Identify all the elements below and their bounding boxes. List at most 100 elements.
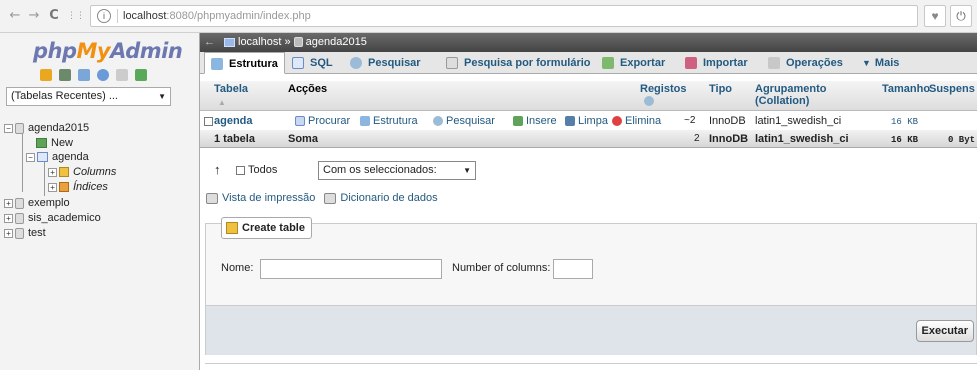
action-procurar[interactable]: Procurar bbox=[295, 115, 350, 127]
row-checkbox[interactable] bbox=[204, 117, 213, 126]
tab-operacoes[interactable]: Operações bbox=[762, 52, 849, 74]
collapse-icon[interactable]: − bbox=[4, 123, 13, 133]
tree-item-indices[interactable]: + Índices bbox=[48, 180, 108, 194]
tab-mais[interactable]: ▼ Mais bbox=[856, 52, 905, 74]
table-name-input[interactable] bbox=[260, 259, 442, 279]
expand-icon[interactable]: + bbox=[48, 167, 57, 177]
recent-tables-select[interactable]: (Tabelas Recentes) ... ▼ bbox=[6, 87, 171, 106]
browser-toolbar: ← → C ⋮⋮ i localhost:8080/phpmyadmin/ind… bbox=[0, 0, 977, 33]
chevron-down-icon: ▼ bbox=[862, 58, 871, 68]
action-limpa[interactable]: Limpa bbox=[565, 115, 608, 127]
column-header-tipo[interactable]: Tipo bbox=[709, 83, 732, 95]
summary-soma: Soma bbox=[288, 133, 318, 145]
tree-item-label: agenda2015 bbox=[28, 122, 90, 134]
collapse-nav-icon[interactable]: ← bbox=[204, 33, 215, 52]
tab-label: Exportar bbox=[620, 57, 666, 69]
column-header-suspenso[interactable]: Suspens bbox=[929, 83, 975, 95]
tree-item-new[interactable]: New bbox=[36, 136, 73, 150]
column-header-registos[interactable]: Registos bbox=[640, 83, 686, 95]
site-info-icon[interactable]: i bbox=[97, 9, 111, 23]
tree-item-label: New bbox=[51, 137, 74, 149]
import-icon bbox=[685, 57, 697, 70]
tab-exportar[interactable]: Exportar bbox=[596, 52, 671, 74]
expand-icon[interactable]: + bbox=[4, 213, 13, 223]
tab-importar[interactable]: Importar bbox=[679, 52, 754, 74]
reload-nav-icon[interactable] bbox=[135, 69, 148, 81]
home-icon[interactable] bbox=[40, 69, 52, 81]
table-icon bbox=[37, 152, 48, 163]
tab-label: Importar bbox=[703, 57, 748, 69]
expand-icon[interactable]: + bbox=[4, 198, 13, 208]
create-table-legend: Create table bbox=[221, 217, 312, 239]
tab-pesquisar[interactable]: Pesquisar bbox=[344, 52, 427, 74]
new-table-icon bbox=[226, 222, 238, 235]
url-path: :8080/phpmyadmin/index.php bbox=[166, 10, 311, 22]
column-header-agrupamento[interactable]: Agrupamento bbox=[755, 83, 827, 95]
help-icon[interactable] bbox=[644, 96, 654, 106]
action-label: Elimina bbox=[625, 115, 662, 127]
action-elimina[interactable]: Elimina bbox=[612, 115, 661, 127]
tree-item-agenda2015[interactable]: − agenda2015 bbox=[4, 121, 89, 135]
docs-icon[interactable] bbox=[116, 69, 129, 81]
print-view-link[interactable]: Vista de impressão bbox=[222, 192, 315, 204]
columns-icon bbox=[59, 167, 69, 178]
database-icon bbox=[15, 197, 24, 209]
apps-icon[interactable]: ⋮⋮ bbox=[67, 9, 85, 23]
back-icon[interactable]: ← bbox=[8, 9, 22, 23]
data-dictionary-link[interactable]: Dicionario de dados bbox=[340, 192, 437, 204]
collapse-icon[interactable]: − bbox=[26, 152, 35, 162]
server-icon bbox=[224, 37, 235, 47]
tree-item-agenda[interactable]: − agenda bbox=[26, 150, 89, 164]
tab-label: Pesquisar bbox=[368, 57, 421, 69]
breadcrumb-database[interactable]: agenda2015 bbox=[306, 36, 367, 48]
query-window-icon[interactable] bbox=[78, 69, 91, 81]
empty-icon bbox=[565, 116, 575, 127]
search-icon bbox=[433, 116, 443, 127]
action-estrutura[interactable]: Estrutura bbox=[360, 115, 418, 127]
tree-item-columns[interactable]: + Columns bbox=[48, 165, 116, 179]
address-bar[interactable]: i localhost:8080/phpmyadmin/index.php bbox=[90, 5, 918, 27]
database-icon bbox=[15, 212, 24, 224]
action-insere[interactable]: Insere bbox=[513, 115, 557, 127]
forward-icon[interactable]: → bbox=[27, 9, 41, 23]
column-header-tabela[interactable]: Tabela bbox=[214, 83, 248, 95]
tab-estrutura[interactable]: Estrutura bbox=[204, 52, 285, 74]
summary-tipo: InnoDB bbox=[709, 133, 749, 145]
columns-count-input[interactable] bbox=[553, 259, 593, 279]
check-all-label[interactable]: Todos bbox=[248, 164, 277, 176]
drop-icon bbox=[612, 116, 622, 127]
action-label: Procurar bbox=[308, 115, 351, 127]
tree-item-sis-academico[interactable]: + sis_academico bbox=[4, 211, 101, 225]
logo-my: My bbox=[76, 39, 111, 63]
bookmark-heart-icon[interactable]: ♥ bbox=[924, 5, 946, 27]
tab-pesquisa-formulario[interactable]: Pesquisa por formulário bbox=[440, 52, 597, 74]
action-label: Limpa bbox=[578, 115, 608, 127]
tab-label: Pesquisa por formulário bbox=[464, 57, 591, 69]
tab-sql[interactable]: SQL bbox=[286, 52, 339, 74]
row-tamanho[interactable]: 16 KB bbox=[891, 116, 918, 128]
logout-icon[interactable] bbox=[59, 69, 72, 81]
with-selected-select[interactable]: Com os seleccionados: ▼ bbox=[318, 161, 476, 180]
extension-icon[interactable]: ⏻ bbox=[950, 5, 972, 27]
query-form-icon bbox=[446, 57, 458, 70]
export-icon bbox=[602, 57, 614, 70]
expand-icon[interactable]: + bbox=[48, 182, 57, 192]
create-table-footer: Executar bbox=[206, 305, 976, 355]
tree-item-exemplo[interactable]: + exemplo bbox=[4, 196, 70, 210]
structure-icon bbox=[211, 58, 223, 71]
breadcrumb-path: localhost » agenda2015 bbox=[224, 33, 367, 52]
check-all-checkbox[interactable] bbox=[236, 166, 245, 175]
tab-label: SQL bbox=[310, 57, 333, 69]
tree-item-test[interactable]: + test bbox=[4, 226, 46, 240]
execute-button[interactable]: Executar bbox=[915, 320, 974, 342]
summary-tamanho: 16 KB bbox=[891, 135, 919, 145]
help-icon[interactable] bbox=[97, 69, 110, 81]
table-header: Tabela ▲ Acções Registos Tipo Agrupament… bbox=[200, 81, 977, 111]
action-pesquisar[interactable]: Pesquisar bbox=[433, 115, 495, 127]
expand-icon[interactable]: + bbox=[4, 228, 13, 238]
phpmyadmin-logo[interactable]: phpMyAdmin bbox=[33, 39, 183, 63]
column-header-tamanho[interactable]: Tamanho bbox=[882, 83, 930, 95]
table-name-link[interactable]: agenda bbox=[214, 115, 253, 127]
breadcrumb-server[interactable]: localhost bbox=[238, 36, 281, 48]
reload-icon[interactable]: C bbox=[47, 9, 61, 23]
